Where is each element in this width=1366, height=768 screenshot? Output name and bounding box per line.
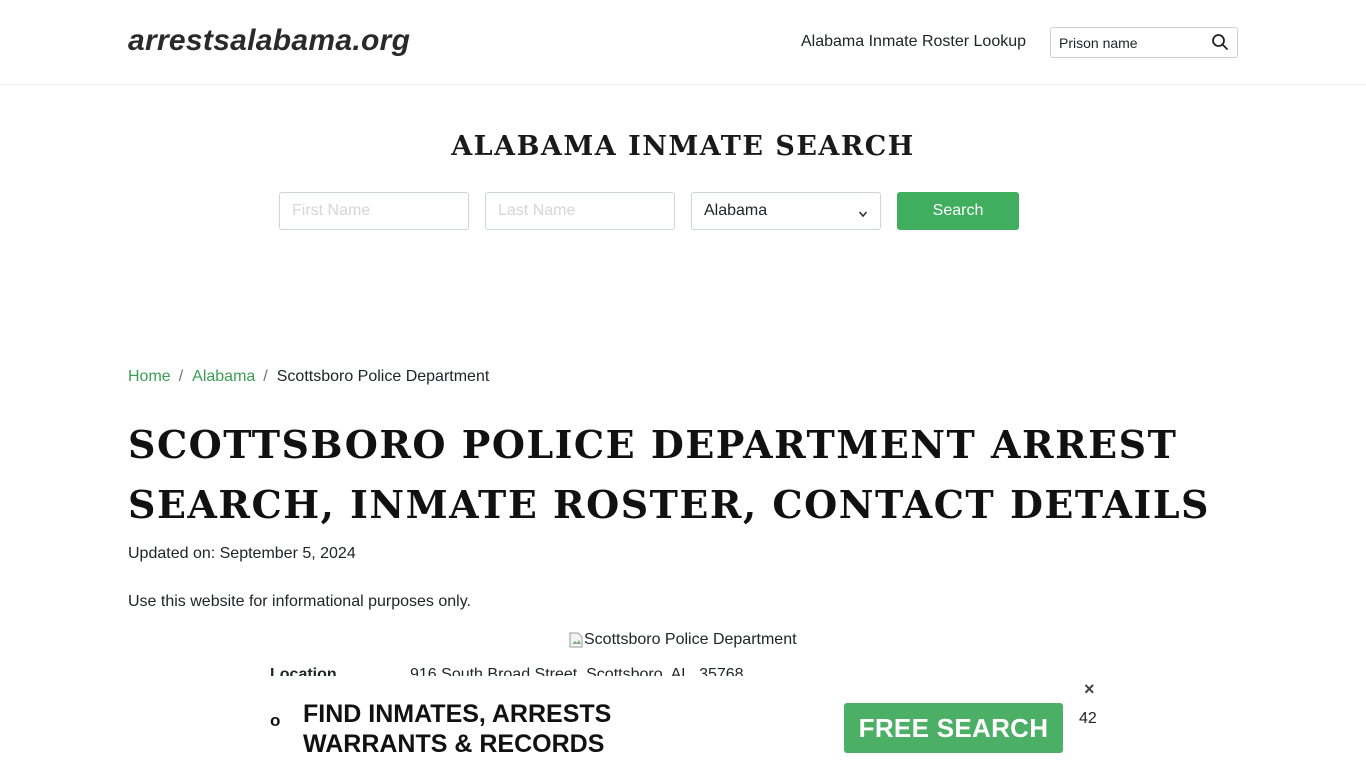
- nav-link-inmate-roster[interactable]: Alabama Inmate Roster Lookup: [801, 33, 1026, 51]
- agency-image-alt: Scottsboro Police Department: [584, 631, 797, 648]
- site-header: arrestsalabama.org Alabama Inmate Roster…: [0, 0, 1366, 85]
- disclaimer-text: Use this website for informational purpo…: [128, 593, 471, 610]
- search-icon[interactable]: [1211, 33, 1229, 51]
- breadcrumb: Home / Alabama / Scottsboro Police Depar…: [128, 368, 489, 386]
- updated-date: Updated on: September 5, 2024: [128, 545, 356, 562]
- breadcrumb-current: Scottsboro Police Department: [276, 368, 490, 385]
- agency-image: Scottsboro Police Department: [569, 630, 797, 650]
- ad-bullet: o: [270, 711, 281, 730]
- ad-headline-line2: WARRANTS & RECORDS: [303, 730, 605, 758]
- chevron-down-icon: [858, 206, 868, 218]
- breadcrumb-separator: /: [263, 368, 268, 385]
- state-select-value: Alabama: [704, 202, 768, 219]
- ad-hidden-text-fragment: 42: [1079, 710, 1097, 727]
- prison-search-box: [1050, 27, 1238, 58]
- first-name-input[interactable]: [279, 192, 469, 230]
- breadcrumb-home-link[interactable]: Home: [128, 368, 171, 386]
- inmate-search-title: ALABAMA INMATE SEARCH: [451, 131, 915, 162]
- free-search-button[interactable]: FREE SEARCH: [844, 703, 1063, 753]
- broken-image-icon: [569, 632, 583, 648]
- state-select[interactable]: Alabama: [691, 192, 881, 230]
- prison-search-input[interactable]: [1051, 28, 1209, 57]
- site-logo-link[interactable]: arrestsalabama.org: [128, 24, 410, 58]
- ad-banner[interactable]: 42 × o FIND INMATES, ARRESTS WARRANTS & …: [260, 676, 1106, 768]
- ad-headline-line1: FIND INMATES, ARRESTS: [303, 700, 612, 728]
- ad-headline: FIND INMATES, ARRESTS WARRANTS & RECORDS: [303, 699, 611, 759]
- page-title: SCOTTSBORO POLICE DEPARTMENT ARREST SEAR…: [128, 422, 1210, 527]
- last-name-input[interactable]: [485, 192, 675, 230]
- breadcrumb-state-link[interactable]: Alabama: [192, 368, 255, 386]
- breadcrumb-separator: /: [178, 368, 184, 385]
- inmate-search-button[interactable]: Search: [897, 192, 1019, 230]
- ad-close-icon[interactable]: ×: [1084, 679, 1095, 700]
